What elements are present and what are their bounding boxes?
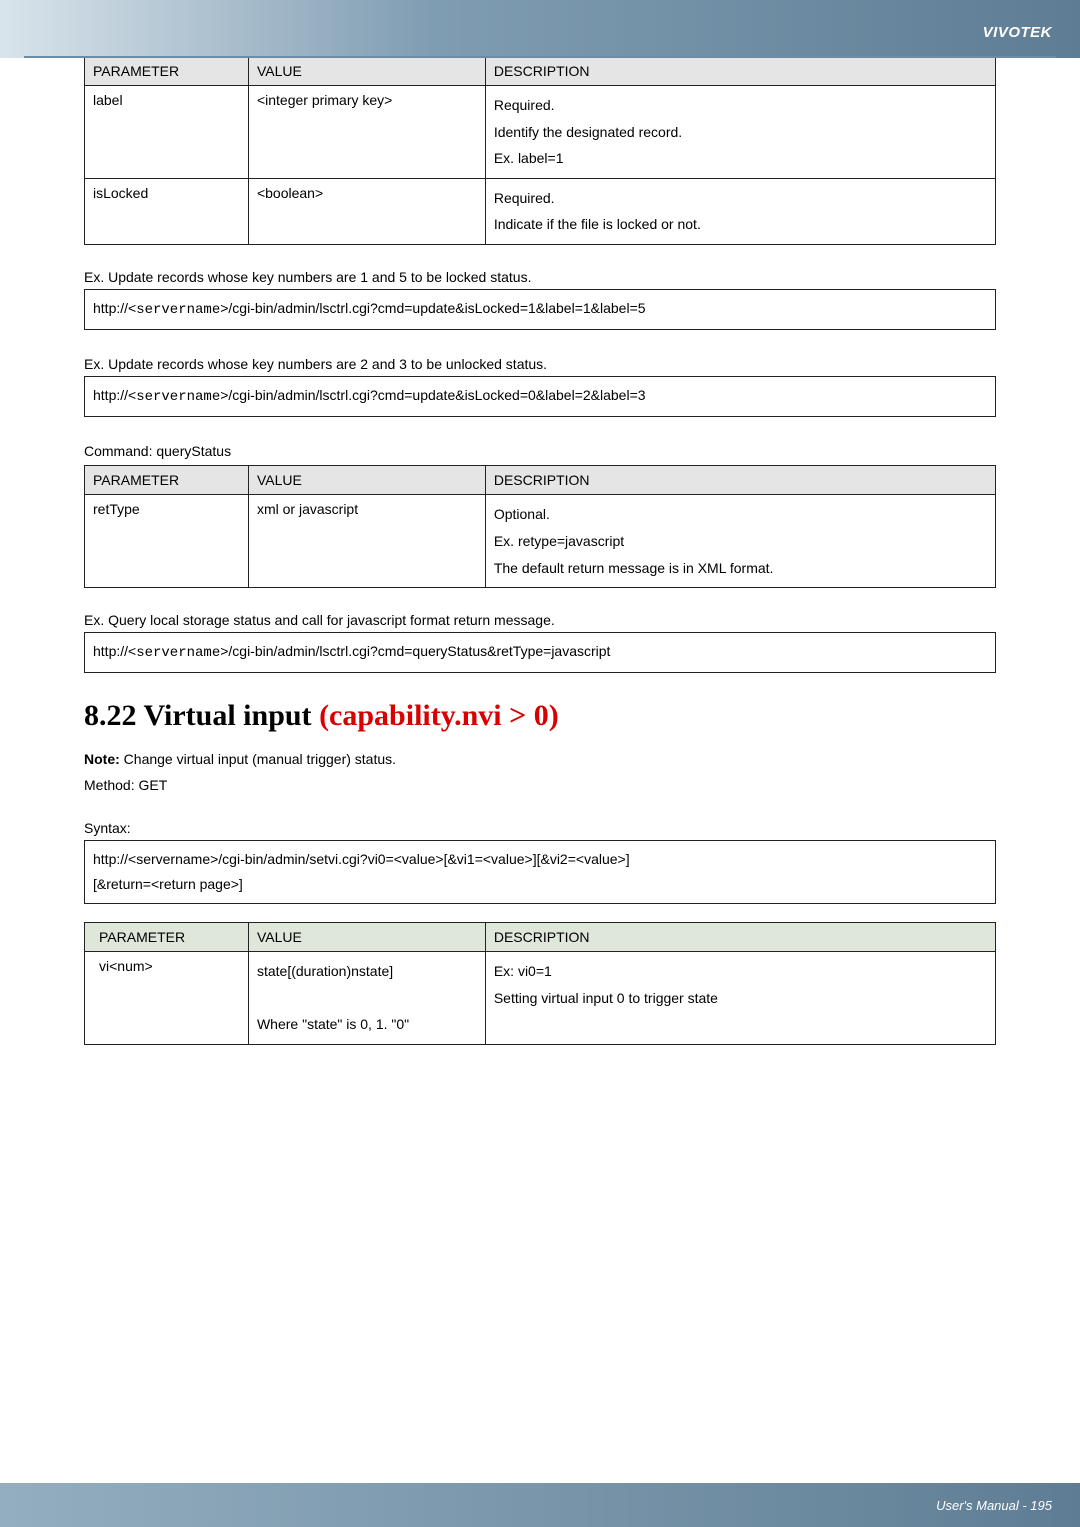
cell-param: vi<num> — [85, 952, 249, 1045]
content: Command: update PARAMETER VALUE DESCRIPT… — [0, 0, 1080, 1045]
url-servername: servername — [136, 645, 220, 661]
header-description: DESCRIPTION — [485, 466, 995, 495]
syntax-line: [&return=<return page>] — [93, 872, 987, 897]
cell-value: <boolean> — [248, 178, 485, 244]
cell-value: state[(duration)nstate] Where "state" is… — [248, 952, 485, 1045]
syntax-line: http://<servername>/cgi-bin/admin/setvi.… — [93, 847, 987, 872]
header-parameter: PARAMETER — [85, 923, 249, 952]
section-capability: (capability.nvi > 0) — [319, 699, 559, 732]
url-post: >/cgi-bin/admin/lsctrl.cgi?cmd=update&is… — [220, 300, 645, 316]
desc-line: Ex. label=1 — [494, 145, 987, 172]
note-line: Note: Change virtual input (manual trigg… — [84, 747, 996, 772]
value-line — [257, 985, 477, 1012]
header-value: VALUE — [248, 466, 485, 495]
section-heading: 8.22 Virtual input (capability.nvi > 0) — [84, 699, 996, 733]
update-table: PARAMETER VALUE DESCRIPTION label <integ… — [84, 56, 996, 245]
table-row: retType xml or javascript Optional. Ex. … — [85, 495, 996, 588]
header-divider — [24, 56, 1056, 58]
page: VIVOTEK Command: update PARAMETER VALUE … — [0, 0, 1080, 1527]
desc-line: Optional. — [494, 501, 987, 528]
table-row: vi<num> state[(duration)nstate] Where "s… — [85, 952, 996, 1045]
desc-line: Ex. retype=javascript — [494, 528, 987, 555]
url-pre: http://< — [93, 387, 136, 403]
header-description: DESCRIPTION — [485, 57, 995, 86]
table-header-row: PARAMETER VALUE DESCRIPTION — [85, 466, 996, 495]
url-post: >/cgi-bin/admin/lsctrl.cgi?cmd=update&is… — [220, 387, 645, 403]
url-post: >/cgi-bin/admin/lsctrl.cgi?cmd=queryStat… — [220, 643, 610, 659]
desc-line: Required. — [494, 92, 987, 119]
example-text: Ex. Update records whose key numbers are… — [84, 356, 996, 372]
header-bar — [0, 0, 1080, 58]
desc-line: Indicate if the file is locked or not. — [494, 211, 987, 238]
querystatus-table: PARAMETER VALUE DESCRIPTION retType xml … — [84, 465, 996, 588]
header-parameter: PARAMETER — [85, 466, 249, 495]
syntax-box: http://<servername>/cgi-bin/admin/setvi.… — [84, 840, 996, 904]
value-line: Where "state" is 0, 1. "0" — [257, 1011, 477, 1038]
vi-table: PARAMETER VALUE DESCRIPTION vi<num> stat… — [84, 922, 996, 1045]
desc-line: Setting virtual input 0 to trigger state — [494, 985, 987, 1012]
url-box: http://<servername>/cgi-bin/admin/lsctrl… — [84, 376, 996, 417]
method-line: Method: GET — [84, 773, 996, 798]
table-header-row: PARAMETER VALUE DESCRIPTION — [85, 57, 996, 86]
header-value: VALUE — [248, 923, 485, 952]
syntax-label: Syntax: — [84, 820, 996, 836]
header-description: DESCRIPTION — [485, 923, 995, 952]
note-label: Note: — [84, 751, 120, 767]
desc-line: Identify the designated record. — [494, 119, 987, 146]
desc-line: The default return message is in XML for… — [494, 555, 987, 582]
table-row: label <integer primary key> Required. Id… — [85, 86, 996, 179]
table-header-row: PARAMETER VALUE DESCRIPTION — [85, 923, 996, 952]
cell-desc: Optional. Ex. retype=javascript The defa… — [485, 495, 995, 588]
brand-logo: VIVOTEK — [983, 24, 1052, 41]
header-value: VALUE — [248, 57, 485, 86]
value-line: state[(duration)nstate] — [257, 958, 477, 985]
cell-param: retType — [85, 495, 249, 588]
cell-desc: Ex: vi0=1 Setting virtual input 0 to tri… — [485, 952, 995, 1045]
url-box: http://<servername>/cgi-bin/admin/lsctrl… — [84, 289, 996, 330]
url-servername: servername — [136, 302, 220, 318]
section-number-title: 8.22 Virtual input — [84, 699, 319, 732]
cell-desc: Required. Identify the designated record… — [485, 86, 995, 179]
example-text: Ex. Query local storage status and call … — [84, 612, 996, 628]
example-text: Ex. Update records whose key numbers are… — [84, 269, 996, 285]
url-pre: http://< — [93, 643, 136, 659]
cell-param: isLocked — [85, 178, 249, 244]
url-pre: http://< — [93, 300, 136, 316]
url-servername: servername — [136, 389, 220, 405]
desc-line: Required. — [494, 185, 987, 212]
cell-value: <integer primary key> — [248, 86, 485, 179]
footer-text: User's Manual - 195 — [936, 1498, 1052, 1513]
table-row: isLocked <boolean> Required. Indicate if… — [85, 178, 996, 244]
url-box: http://<servername>/cgi-bin/admin/lsctrl… — [84, 632, 996, 673]
desc-line: Ex: vi0=1 — [494, 958, 987, 985]
header-parameter: PARAMETER — [85, 57, 249, 86]
cell-param: label — [85, 86, 249, 179]
note-text: Change virtual input (manual trigger) st… — [120, 751, 396, 767]
footer-bar — [0, 1483, 1080, 1527]
cell-desc: Required. Indicate if the file is locked… — [485, 178, 995, 244]
command-querystatus-label: Command: queryStatus — [84, 443, 996, 459]
cell-value: xml or javascript — [248, 495, 485, 588]
